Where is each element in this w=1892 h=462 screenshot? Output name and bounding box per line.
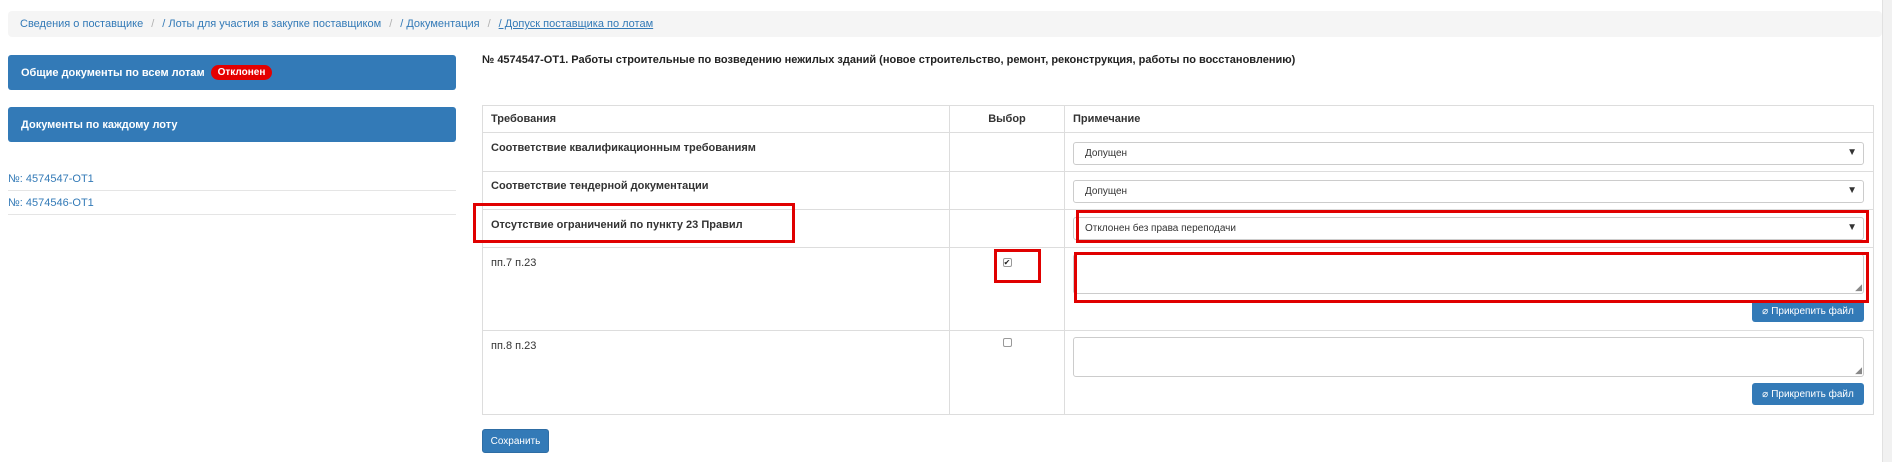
lot-link-2[interactable]: №: 4574546-ОТ1	[8, 192, 456, 215]
requirement-label: Соответствие квалификационным требования…	[483, 133, 950, 171]
status-select-value: Допущен	[1085, 186, 1128, 197]
lot-link-1[interactable]: №: 4574547-ОТ1	[8, 168, 456, 191]
note-textarea[interactable]: ◢	[1073, 254, 1864, 294]
requirement-label: пп.7 п.23	[483, 248, 950, 330]
choice-cell	[950, 331, 1065, 414]
paperclip-icon: ⌀	[1762, 305, 1769, 317]
breadcrumb-separator: /	[151, 18, 155, 30]
breadcrumb-supplier-admission[interactable]: / Допуск поставщика по лотам	[499, 18, 654, 30]
choice-checkbox[interactable]	[1002, 338, 1012, 347]
per-lot-docs-button[interactable]: Документы по каждому лоту	[8, 107, 456, 142]
status-select[interactable]: Допущен ▼	[1073, 180, 1864, 203]
choice-cell: ✔	[950, 248, 1065, 330]
attach-file-label: Прикрепить файл	[1771, 305, 1854, 317]
lot-title: № 4574547-ОТ1. Работы строительные по во…	[482, 54, 1296, 66]
header-choice: Выбор	[950, 106, 1065, 132]
breadcrumb-separator: /	[389, 18, 393, 30]
table-row: пп.7 п.23 ✔ ◢ ⌀ Прикрепить файл	[483, 247, 1873, 330]
breadcrumb-documentation[interactable]: / Документация	[400, 18, 479, 30]
requirements-table: Требования Выбор Примечание Соответствие…	[482, 105, 1874, 415]
attach-file-button[interactable]: ⌀ Прикрепить файл	[1752, 300, 1864, 322]
page-scrollbar[interactable]	[1882, 0, 1892, 462]
resize-grip-icon: ◢	[1855, 365, 1862, 375]
note-cell: ◢ ⌀ Прикрепить файл	[1065, 248, 1873, 330]
note-cell: ◢ ⌀ Прикрепить файл	[1065, 331, 1873, 414]
choice-checkbox[interactable]: ✔	[1002, 258, 1012, 267]
note-cell: Отклонен без права переподачи ▼	[1065, 210, 1873, 247]
table-row: Отсутствие ограничений по пункту 23 Прав…	[483, 209, 1873, 247]
requirement-label: пп.8 п.23	[483, 331, 950, 414]
status-select[interactable]: Отклонен без права переподачи ▼	[1073, 217, 1864, 240]
resize-grip-icon: ◢	[1855, 282, 1862, 292]
header-requirements: Требования	[483, 106, 950, 132]
per-lot-docs-label: Документы по каждому лоту	[21, 118, 178, 131]
table-row: пп.8 п.23 ◢ ⌀ Прикрепить файл	[483, 330, 1873, 414]
note-cell: Допущен ▼	[1065, 133, 1873, 171]
triangle-down-icon: ▼	[1847, 185, 1857, 196]
status-select-value: Допущен	[1085, 148, 1128, 159]
triangle-down-icon: ▼	[1847, 222, 1857, 233]
status-select-value: Отклонен без права переподачи	[1085, 223, 1236, 234]
note-textarea[interactable]: ◢	[1073, 337, 1864, 377]
general-docs-label: Общие документы по всем лотам	[21, 66, 205, 79]
choice-cell	[950, 133, 1065, 171]
status-select[interactable]: Допущен ▼	[1073, 142, 1864, 165]
status-badge: Отклонен	[210, 65, 273, 80]
table-header: Требования Выбор Примечание	[483, 106, 1873, 132]
table-row: Соответствие тендерной документации Допу…	[483, 171, 1873, 209]
requirement-label: Соответствие тендерной документации	[483, 172, 950, 209]
choice-cell	[950, 172, 1065, 209]
breadcrumb-separator: /	[487, 18, 491, 30]
header-note: Примечание	[1073, 113, 1141, 125]
paperclip-icon: ⌀	[1762, 388, 1769, 400]
attach-file-button[interactable]: ⌀ Прикрепить файл	[1752, 383, 1864, 405]
breadcrumb-lots[interactable]: / Лоты для участия в закупке поставщиком	[162, 18, 381, 30]
attach-file-label: Прикрепить файл	[1771, 388, 1854, 400]
triangle-down-icon: ▼	[1847, 147, 1857, 158]
choice-cell	[950, 210, 1065, 247]
note-cell: Допущен ▼	[1065, 172, 1873, 209]
requirement-label: Отсутствие ограничений по пункту 23 Прав…	[483, 210, 950, 247]
save-button[interactable]: Сохранить	[482, 429, 549, 453]
breadcrumb: Сведения о поставщике / / Лоты для участ…	[8, 11, 1882, 37]
breadcrumb-supplier-info[interactable]: Сведения о поставщике	[20, 18, 143, 30]
general-docs-button[interactable]: Общие документы по всем лотам Отклонен	[8, 55, 456, 90]
table-row: Соответствие квалификационным требования…	[483, 132, 1873, 171]
